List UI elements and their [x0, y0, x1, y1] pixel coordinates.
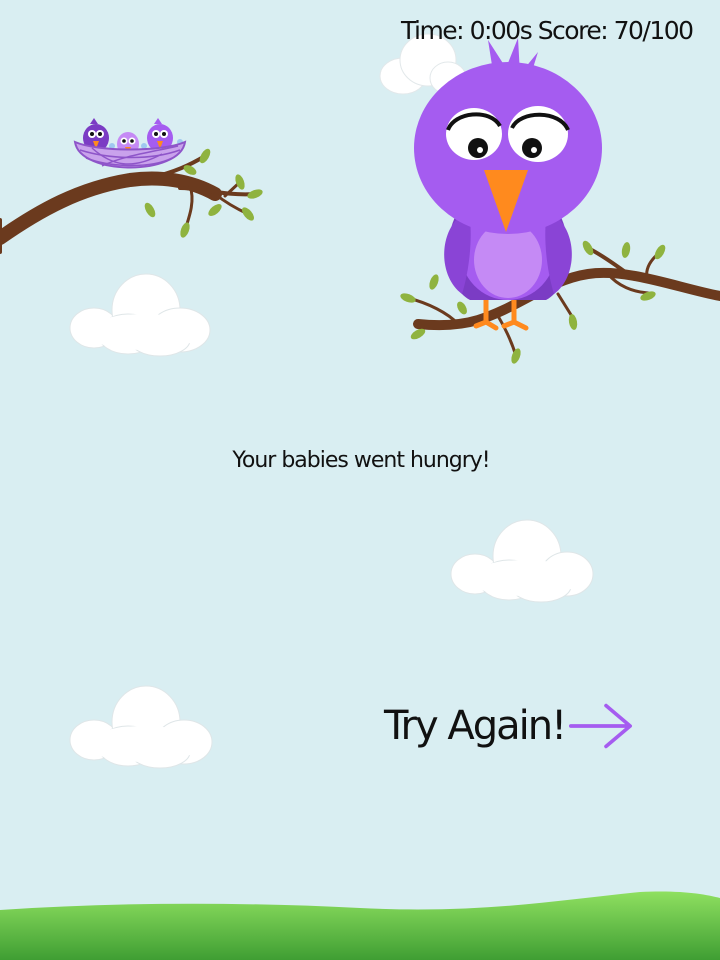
- right-arrow-icon: [569, 703, 633, 749]
- score-label: Score:: [537, 16, 609, 45]
- grass-ground: [0, 891, 720, 960]
- game-over-message: Your babies went hungry!: [232, 448, 490, 473]
- time-label: Time:: [401, 16, 465, 45]
- nest: [73, 118, 187, 169]
- cloud: [450, 519, 594, 603]
- score-value: 70/100: [613, 16, 694, 45]
- try-again-button[interactable]: Try Again!: [384, 694, 634, 758]
- game-scene: Time: 0:00s Score: 70/100 Your babies we…: [0, 0, 720, 960]
- cloud: [69, 273, 211, 357]
- try-again-label: Try Again!: [384, 703, 567, 749]
- mother-bird: [414, 38, 602, 331]
- hud: Time: 0:00s Score: 70/100: [401, 16, 701, 45]
- time-value: 0:00s: [469, 16, 533, 45]
- cloud: [69, 685, 213, 769]
